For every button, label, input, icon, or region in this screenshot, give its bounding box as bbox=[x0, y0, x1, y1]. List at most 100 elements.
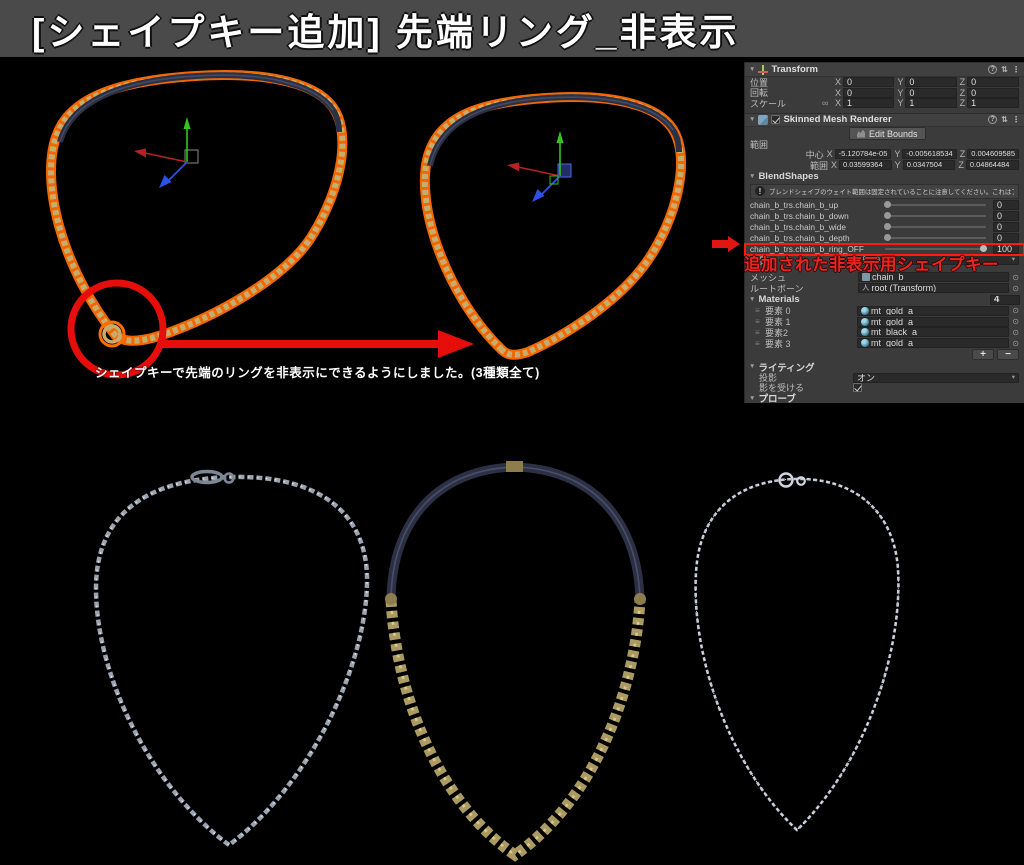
transform-title: Transform bbox=[771, 64, 817, 75]
blendshape-slider[interactable] bbox=[885, 237, 986, 239]
object-picker-icon[interactable]: ⊙ bbox=[1012, 339, 1019, 348]
red-arrow-icon bbox=[712, 236, 742, 252]
blendshape-row: chain_b_trs.chain_b_down 0 bbox=[745, 211, 1024, 222]
scale-row: スケール ∞ X1 Y1 Z1 bbox=[745, 98, 1024, 109]
skinned-mesh-renderer-icon bbox=[758, 115, 768, 125]
blendshape-slider[interactable] bbox=[885, 215, 986, 217]
probes-foldout[interactable]: ▼ プローブ bbox=[745, 393, 1024, 404]
preset-icon[interactable]: ⇅ bbox=[1001, 115, 1008, 124]
highlight-arrow bbox=[160, 330, 474, 358]
position-x-field[interactable]: 0 bbox=[843, 77, 894, 87]
foldout-icon[interactable]: ▼ bbox=[749, 173, 755, 180]
materials-title: Materials bbox=[758, 294, 799, 305]
rotation-x-field[interactable]: 0 bbox=[843, 88, 894, 98]
blendshape-annotation: 追加された非表示用シェイプキー bbox=[744, 251, 999, 275]
drag-handle-icon[interactable]: ≡ bbox=[755, 306, 765, 315]
viewport-caption: シェイプキーで先端のリングを非表示にできるようにしました。(3種類全て) bbox=[95, 362, 540, 381]
material-icon bbox=[861, 307, 869, 315]
material-field[interactable]: mt_gold_a bbox=[857, 317, 1009, 327]
materials-count-field[interactable]: 4 bbox=[990, 295, 1020, 305]
blendshape-slider[interactable] bbox=[885, 226, 986, 228]
drag-handle-icon[interactable]: ≡ bbox=[755, 317, 765, 326]
material-icon bbox=[861, 339, 869, 347]
axis-z-label: Z bbox=[960, 77, 966, 87]
menu-icon[interactable]: ⋮ bbox=[1012, 115, 1020, 124]
root-bone-field[interactable]: 人 root (Transform) bbox=[858, 283, 1009, 293]
gold-clasp bbox=[506, 461, 523, 472]
object-picker-icon[interactable]: ⊙ bbox=[1012, 284, 1019, 293]
center-y-field[interactable]: -0.005618534 bbox=[902, 149, 956, 159]
axis-y-label: Y bbox=[897, 77, 903, 87]
move-gizmo-left[interactable] bbox=[134, 117, 198, 188]
add-material-button[interactable]: + bbox=[972, 349, 994, 360]
transform-icon bbox=[758, 65, 768, 75]
move-gizmo-right[interactable] bbox=[507, 131, 571, 202]
foldout-icon[interactable]: ▼ bbox=[749, 296, 755, 303]
title-banner: [シェイプキー追加] 先端リング_非表示 bbox=[0, 0, 1024, 57]
chevron-down-icon: ▾ bbox=[1012, 256, 1015, 264]
viewport-necklace-left[interactable] bbox=[51, 75, 342, 346]
position-z-field[interactable]: 0 bbox=[967, 77, 1019, 87]
center-x-field[interactable]: -5.120784e-05 bbox=[835, 149, 892, 159]
probes-title: プローブ bbox=[758, 391, 795, 405]
center-z-field[interactable]: 0.004609585 bbox=[967, 149, 1019, 159]
edit-bounds-row: Edit Bounds bbox=[745, 127, 1024, 141]
foldout-icon[interactable]: ▼ bbox=[749, 363, 755, 370]
object-picker-icon[interactable]: ⊙ bbox=[1012, 317, 1019, 326]
blendshape-slider[interactable] bbox=[885, 248, 986, 250]
preset-icon[interactable]: ⇅ bbox=[1001, 65, 1008, 74]
axis-x-label: X bbox=[835, 77, 841, 87]
warning-text: ブレンドシェイプのウェイト範囲は固定されていることに注意してください。これはプレ… bbox=[769, 187, 1014, 196]
blendshape-row: chain_b_trs.chain_b_wide 0 bbox=[745, 222, 1024, 233]
menu-icon[interactable]: ⋮ bbox=[1012, 65, 1020, 74]
scale-y-field[interactable]: 1 bbox=[905, 98, 956, 108]
material-field[interactable]: mt_gold_a bbox=[857, 338, 1009, 348]
help-icon[interactable]: ? bbox=[988, 65, 997, 74]
foldout-icon[interactable]: ▼ bbox=[749, 66, 755, 73]
extent-x-field[interactable]: 0.03599364 bbox=[839, 160, 892, 170]
drag-handle-icon[interactable]: ≡ bbox=[755, 339, 765, 348]
gold-connector-left bbox=[385, 593, 397, 605]
link-scale-icon[interactable]: ∞ bbox=[822, 98, 832, 108]
photo-necklace-thin-silver bbox=[696, 474, 899, 831]
position-y-field[interactable]: 0 bbox=[905, 77, 956, 87]
help-icon[interactable]: ? bbox=[988, 115, 997, 124]
scale-z-field[interactable]: 1 bbox=[967, 98, 1019, 108]
blendshape-value-field[interactable]: 0 bbox=[993, 200, 1019, 210]
bounds-icon bbox=[857, 130, 865, 138]
remove-material-button[interactable]: − bbox=[997, 349, 1019, 360]
viewport-necklace-right[interactable] bbox=[425, 97, 681, 355]
material-icon bbox=[861, 328, 869, 336]
extent-y-field[interactable]: 0.0347504 bbox=[903, 160, 956, 170]
transform-header[interactable]: ▼ Transform ? ⇅ ⋮ bbox=[745, 62, 1024, 77]
blendshape-value-field[interactable]: 0 bbox=[993, 222, 1019, 232]
blendshape-value-field[interactable]: 0 bbox=[993, 233, 1019, 243]
blendshapes-foldout[interactable]: ▼ BlendShapes bbox=[745, 171, 1024, 183]
blendshape-slider[interactable] bbox=[885, 204, 986, 206]
chevron-down-icon: ▾ bbox=[1012, 374, 1015, 382]
page-title: [シェイプキー追加] 先端リング_非表示 bbox=[0, 2, 740, 56]
material-row: ≡ 要素 3 mt_gold_a ⊙ bbox=[745, 338, 1024, 349]
rotation-z-field[interactable]: 0 bbox=[967, 88, 1019, 98]
scale-x-field[interactable]: 1 bbox=[843, 98, 894, 108]
rotation-y-field[interactable]: 0 bbox=[905, 88, 956, 98]
blendshape-value-field[interactable]: 0 bbox=[993, 211, 1019, 221]
photo-necklace-silver bbox=[96, 472, 367, 846]
smr-header[interactable]: ▼ Skinned Mesh Renderer ? ⇅ ⋮ bbox=[745, 113, 1024, 127]
object-picker-icon[interactable]: ⊙ bbox=[1012, 306, 1019, 315]
photo-necklace-black-gold bbox=[385, 461, 646, 855]
drag-handle-icon[interactable]: ≡ bbox=[755, 328, 765, 337]
receive-shadows-checkbox[interactable] bbox=[853, 383, 862, 392]
cast-shadows-dropdown[interactable]: オン ▾ bbox=[853, 373, 1019, 383]
foldout-icon[interactable]: ▼ bbox=[749, 116, 755, 123]
component-enabled-checkbox[interactable] bbox=[771, 115, 780, 124]
edit-bounds-button[interactable]: Edit Bounds bbox=[849, 127, 926, 140]
foldout-icon[interactable]: ▼ bbox=[749, 395, 755, 402]
scale-label: スケール bbox=[750, 97, 822, 110]
gold-connector-right bbox=[634, 593, 646, 605]
object-picker-icon[interactable]: ⊙ bbox=[1012, 273, 1019, 282]
extent-z-field[interactable]: 0.04864484 bbox=[966, 160, 1019, 170]
object-picker-icon[interactable]: ⊙ bbox=[1012, 328, 1019, 337]
material-field[interactable]: mt_gold_a bbox=[857, 306, 1009, 316]
material-field[interactable]: mt_black_a bbox=[857, 327, 1009, 337]
